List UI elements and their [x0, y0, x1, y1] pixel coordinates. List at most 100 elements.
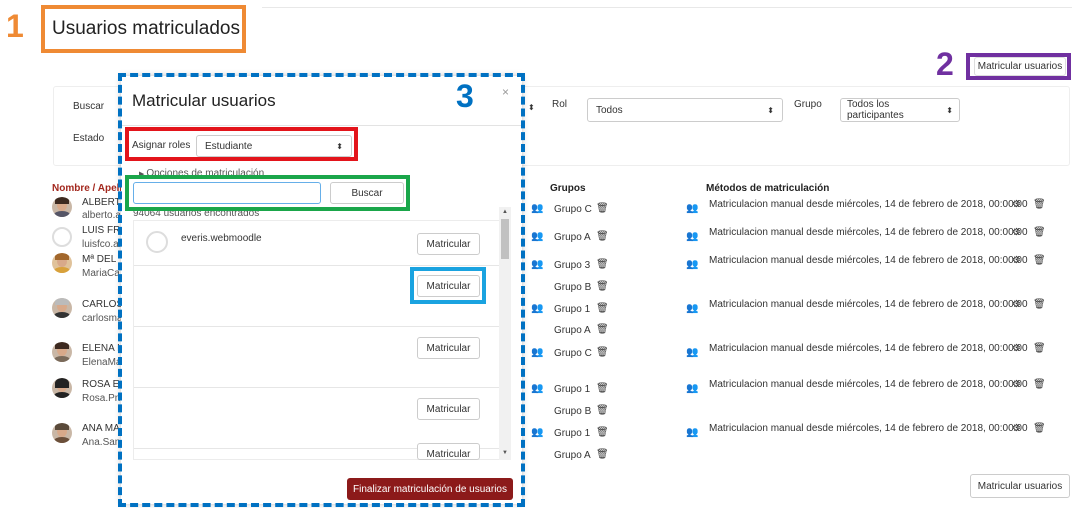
people-icon: 👥	[686, 383, 699, 394]
group-badge: Grupo A	[554, 450, 591, 461]
trash-icon[interactable]: 🗑	[1033, 256, 1046, 266]
avatar	[52, 227, 72, 247]
role-select[interactable]: Todos ⬍	[587, 98, 783, 122]
group-label: Grupo	[794, 99, 822, 110]
caret-updown-icon: ⬍	[528, 103, 535, 112]
trash-icon[interactable]: 🗑	[596, 282, 609, 292]
group-badge: Grupo A	[554, 325, 591, 336]
group-badge: Grupo 1	[554, 384, 591, 395]
caret-updown-icon: ⬍	[946, 105, 953, 115]
group-badge: Grupo B	[554, 282, 592, 293]
group-badge: Grupo 1	[554, 304, 591, 315]
user-name[interactable]: ELENA I	[82, 343, 120, 354]
column-header-groups: Grupos	[550, 183, 586, 194]
trash-icon[interactable]: 🗑	[1033, 424, 1046, 434]
enrol-method: Matriculacion manual desde miércoles, 14…	[709, 423, 1028, 434]
add-group-icon[interactable]: 👥	[531, 260, 543, 270]
user-email: luisfco.ar	[82, 239, 123, 250]
people-icon: 👥	[686, 259, 699, 270]
user-name[interactable]: ROSA E	[82, 379, 119, 390]
gear-icon[interactable]: ⚙	[1012, 300, 1021, 310]
group-badge: Grupo 3	[554, 260, 591, 271]
trash-icon[interactable]: 🗑	[596, 384, 609, 394]
group-badge: Grupo A	[554, 232, 591, 243]
group-badge: Grupo 1	[554, 428, 591, 439]
people-icon: 👥	[686, 203, 699, 214]
trash-icon[interactable]: 🗑	[596, 260, 609, 270]
gear-icon[interactable]: ⚙	[1012, 344, 1021, 354]
role-select-value: Todos	[596, 104, 623, 116]
avatar	[52, 342, 72, 362]
add-group-icon[interactable]: 👥	[531, 232, 543, 242]
enrol-method: Matriculacion manual desde miércoles, 14…	[709, 299, 1028, 310]
top-divider	[262, 7, 1072, 8]
gear-icon[interactable]: ⚙	[1012, 380, 1021, 390]
user-name[interactable]: Mª DEL	[82, 254, 116, 265]
assign-roles-highlight	[125, 127, 358, 161]
search-highlight	[125, 175, 410, 211]
avatar	[52, 253, 72, 273]
user-name[interactable]: ANA MA	[82, 423, 120, 434]
enrol-method: Matriculacion manual desde miércoles, 14…	[709, 227, 1028, 238]
add-group-icon[interactable]: 👥	[531, 428, 543, 438]
trash-icon[interactable]: 🗑	[1033, 300, 1046, 310]
group-badge: Grupo C	[554, 348, 592, 359]
group-badge: Grupo B	[554, 406, 592, 417]
add-group-icon[interactable]: 👥	[531, 304, 543, 314]
trash-icon[interactable]: 🗑	[1033, 344, 1046, 354]
user-email: ElenaMa	[82, 357, 122, 368]
column-header-methods: Métodos de matriculación	[706, 183, 830, 194]
people-icon: 👥	[686, 231, 699, 242]
enrol-method: Matriculacion manual desde miércoles, 14…	[709, 255, 1028, 266]
avatar	[52, 378, 72, 398]
add-group-icon[interactable]: 👥	[531, 348, 543, 358]
user-name[interactable]: LUIS FR	[82, 225, 120, 236]
enrol-button-highlight	[410, 267, 486, 304]
group-select-value: Todos los participantes	[847, 99, 904, 121]
trash-icon[interactable]: 🗑	[596, 450, 609, 460]
group-badge: Grupo C	[554, 204, 592, 215]
gear-icon[interactable]: ⚙	[1012, 200, 1021, 210]
user-email: Ana.San	[82, 437, 121, 448]
search-label: Buscar	[73, 101, 105, 112]
avatar	[52, 298, 72, 318]
enrol-method: Matriculacion manual desde miércoles, 14…	[709, 199, 1028, 210]
add-group-icon[interactable]: 👥	[531, 204, 543, 214]
people-icon: 👥	[686, 303, 699, 314]
add-group-icon[interactable]: 👥	[531, 384, 543, 394]
trash-icon[interactable]: 🗑	[596, 304, 609, 314]
group-select[interactable]: Todos los participantes ⬍	[840, 98, 960, 122]
user-name[interactable]: ALBERT	[82, 197, 121, 208]
trash-icon[interactable]: 🗑	[596, 406, 609, 416]
enrol-method: Matriculacion manual desde miércoles, 14…	[709, 343, 1028, 354]
avatar	[52, 423, 72, 443]
trash-icon[interactable]: 🗑	[1033, 380, 1046, 390]
callout-1: 1	[6, 8, 24, 44]
trash-icon[interactable]: 🗑	[596, 348, 609, 358]
enrol-users-button-top[interactable]: Matricular usuarios	[974, 57, 1066, 76]
trash-icon[interactable]: 🗑	[596, 325, 609, 335]
user-email: Rosa.Pn	[82, 393, 121, 404]
callout-2: 2	[936, 46, 954, 82]
user-email: MariaCa	[82, 268, 120, 279]
trash-icon[interactable]: 🗑	[1033, 200, 1046, 210]
enrol-method: Matriculacion manual desde miércoles, 14…	[709, 379, 1028, 390]
people-icon: 👥	[686, 427, 699, 438]
trash-icon[interactable]: 🗑	[596, 204, 609, 214]
enrol-users-button-bottom[interactable]: Matricular usuarios	[970, 474, 1070, 498]
caret-updown-icon: ⬍	[767, 105, 774, 115]
gear-icon[interactable]: ⚙	[1012, 256, 1021, 266]
trash-icon[interactable]: 🗑	[596, 232, 609, 242]
column-header-name[interactable]: Nombre / Apell	[52, 183, 122, 194]
gear-icon[interactable]: ⚙	[1012, 228, 1021, 238]
callout-3: 3	[456, 78, 474, 114]
gear-icon[interactable]: ⚙	[1012, 424, 1021, 434]
avatar	[52, 197, 72, 217]
trash-icon[interactable]: 🗑	[596, 428, 609, 438]
people-icon: 👥	[686, 347, 699, 358]
user-name[interactable]: CARLOS	[82, 299, 123, 310]
trash-icon[interactable]: 🗑	[1033, 228, 1046, 238]
page-title: Usuarios matriculados	[52, 18, 240, 39]
role-label: Rol	[552, 99, 568, 110]
status-label: Estado	[73, 133, 105, 144]
